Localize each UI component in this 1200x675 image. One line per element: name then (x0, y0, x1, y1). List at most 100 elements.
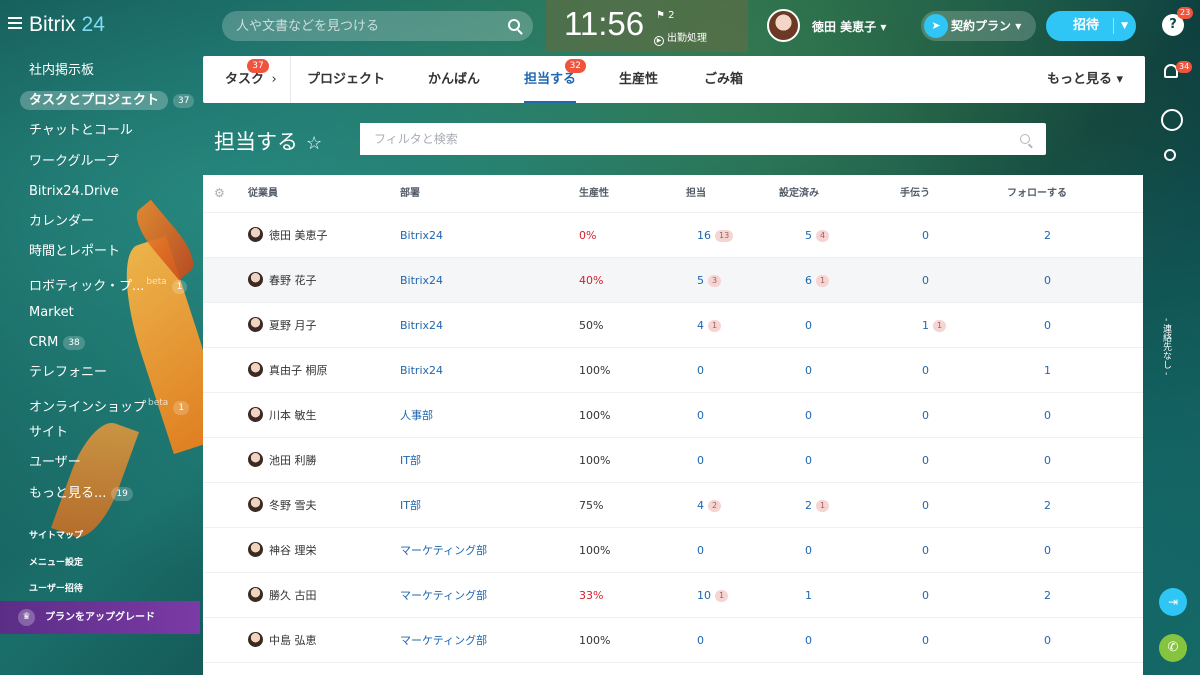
set-count[interactable]: 5 (805, 229, 812, 242)
follow-cell[interactable]: 0 (1044, 393, 1051, 438)
help-count[interactable]: 0 (922, 364, 929, 377)
sidebar-item-workgroups[interactable]: ワークグループ (0, 147, 200, 177)
avatar[interactable] (767, 9, 800, 42)
follow-count[interactable]: 0 (1044, 409, 1051, 422)
assigned-cell[interactable]: 41 (697, 303, 722, 348)
invite-button[interactable]: 招待 ▼ (1046, 11, 1136, 41)
table-row[interactable]: 夏野 月子 Bitrix24 50% 4 1 0 1 1 0 (203, 303, 1143, 348)
employee-cell[interactable]: 冬野 雪夫 (248, 483, 317, 528)
department-link[interactable]: 人事部 (400, 393, 433, 438)
set-cell[interactable]: 0 (805, 618, 812, 663)
employee-cell[interactable]: 春野 花子 (248, 258, 317, 303)
set-cell[interactable]: 54 (805, 213, 830, 258)
department-link[interactable]: IT部 (400, 483, 421, 528)
help-cell[interactable]: 0 (922, 213, 929, 258)
table-row[interactable]: 川本 敏生 人事部 100% 0 0 0 0 (203, 393, 1143, 438)
help-count[interactable]: 0 (922, 229, 929, 242)
employee-cell[interactable]: 神谷 理栄 (248, 528, 317, 573)
follow-cell[interactable]: 2 (1044, 213, 1051, 258)
department-link[interactable]: マーケティング部 (400, 573, 487, 618)
department-link[interactable]: Bitrix24 (400, 258, 443, 303)
help-count[interactable]: 1 (922, 319, 929, 332)
tab-more[interactable]: もっと見る ▾ (1047, 56, 1123, 103)
sidebar-item-shop[interactable]: オンラインショップ beta 1 (0, 388, 200, 418)
set-count[interactable]: 6 (805, 274, 812, 287)
help-cell[interactable]: 0 (922, 258, 929, 303)
assigned-count[interactable]: 0 (697, 409, 704, 422)
help-count[interactable]: 0 (922, 454, 929, 467)
time-tracker[interactable]: 11:56 ⚑ 2 ▶ 出勤処理 (546, 0, 748, 52)
table-row[interactable]: 真由子 桐原 Bitrix24 100% 0 0 0 1 (203, 348, 1143, 393)
assigned-count[interactable]: 16 (697, 229, 711, 242)
menu-settings-link[interactable]: メニュー設定 (29, 555, 83, 582)
help-cell[interactable]: 0 (922, 618, 929, 663)
set-cell[interactable]: 0 (805, 348, 812, 393)
help-count[interactable]: 0 (922, 589, 929, 602)
assigned-cell[interactable]: 0 (697, 348, 704, 393)
table-row[interactable]: 勝久 古田 マーケティング部 33% 10 1 1 0 2 (203, 573, 1143, 618)
assigned-cell[interactable]: 42 (697, 483, 722, 528)
follow-count[interactable]: 2 (1044, 229, 1051, 242)
assigned-cell[interactable]: 10 1 (697, 573, 729, 618)
assigned-count[interactable]: 0 (697, 454, 704, 467)
help-count[interactable]: 0 (922, 544, 929, 557)
set-cell[interactable]: 0 (805, 438, 812, 483)
follow-cell[interactable]: 0 (1044, 438, 1051, 483)
table-row[interactable]: 中島 弘恵 マーケティング部 100% 0 0 0 0 (203, 618, 1143, 663)
help-cell[interactable]: 0 (922, 573, 929, 618)
phone-icon[interactable]: ✆ (1159, 634, 1187, 662)
tab-trash[interactable]: ごみ箱 (704, 56, 743, 103)
employee-cell[interactable]: 真由子 桐原 (248, 348, 328, 393)
set-count[interactable]: 0 (805, 544, 812, 557)
upgrade-plan-button[interactable]: ♛ プランをアップグレード (0, 601, 200, 634)
department-link[interactable]: Bitrix24 (400, 303, 443, 348)
search-icon[interactable] (1164, 149, 1176, 161)
set-count[interactable]: 0 (805, 319, 812, 332)
follow-count[interactable]: 0 (1044, 274, 1051, 287)
chat-icon[interactable] (1161, 109, 1183, 131)
assigned-cell[interactable]: 0 (697, 618, 704, 663)
help-cell[interactable]: 0 (922, 438, 929, 483)
help-cell[interactable]: 0 (922, 528, 929, 573)
set-cell[interactable]: 0 (805, 528, 812, 573)
employee-cell[interactable]: 池田 利勝 (248, 438, 317, 483)
set-count[interactable]: 0 (805, 409, 812, 422)
set-cell[interactable]: 21 (805, 483, 830, 528)
sidebar-item-market[interactable]: Market (0, 298, 200, 328)
search-icon[interactable] (508, 19, 520, 31)
tab-tasks[interactable]: タスク › 37 (225, 56, 277, 103)
sidebar-item-tasks[interactable]: タスクとプロジェクト 37 (0, 86, 200, 116)
help-cell[interactable]: 0 (922, 393, 929, 438)
help-cell[interactable]: 0 (922, 348, 929, 393)
sidebar-item-crm[interactable]: CRM 38 (0, 328, 200, 358)
employee-cell[interactable]: 夏野 月子 (248, 303, 317, 348)
follow-cell[interactable]: 0 (1044, 258, 1051, 303)
column-header[interactable]: フォローする (1007, 175, 1067, 213)
follow-cell[interactable]: 1 (1044, 348, 1051, 393)
follow-cell[interactable]: 2 (1044, 573, 1051, 618)
sidebar-item-chat[interactable]: チャットとコール (0, 116, 200, 146)
help-count[interactable]: 0 (922, 274, 929, 287)
assigned-count[interactable]: 4 (697, 319, 704, 332)
tab-productivity[interactable]: 生産性 (619, 56, 658, 103)
tab-projects[interactable]: プロジェクト (307, 56, 385, 103)
follow-count[interactable]: 0 (1044, 634, 1051, 647)
follow-cell[interactable]: 0 (1044, 528, 1051, 573)
help-cell[interactable]: 0 (922, 483, 929, 528)
sidebar-item-more[interactable]: もっと見る... 19 (0, 479, 200, 509)
sitemap-link[interactable]: サイトマップ (29, 528, 83, 555)
assigned-count[interactable]: 0 (697, 634, 704, 647)
checkin-button[interactable]: ▶ 出勤処理 (654, 29, 707, 46)
sidebar-item-time-reports[interactable]: 時間とレポート (0, 237, 200, 267)
follow-count[interactable]: 0 (1044, 454, 1051, 467)
follow-count[interactable]: 0 (1044, 544, 1051, 557)
set-cell[interactable]: 0 (805, 303, 812, 348)
plan-button[interactable]: ➤ 契約プラン ▾ (921, 11, 1036, 41)
sidebar-item-telephony[interactable]: テレフォニー (0, 358, 200, 388)
table-row[interactable]: 冬野 雪夫 IT部 75% 4 2 2 1 0 2 (203, 483, 1143, 528)
assigned-count[interactable]: 10 (697, 589, 711, 602)
department-link[interactable]: IT部 (400, 438, 421, 483)
follow-cell[interactable]: 2 (1044, 483, 1051, 528)
assigned-cell[interactable]: 16 13 (697, 213, 734, 258)
follow-count[interactable]: 1 (1044, 364, 1051, 377)
